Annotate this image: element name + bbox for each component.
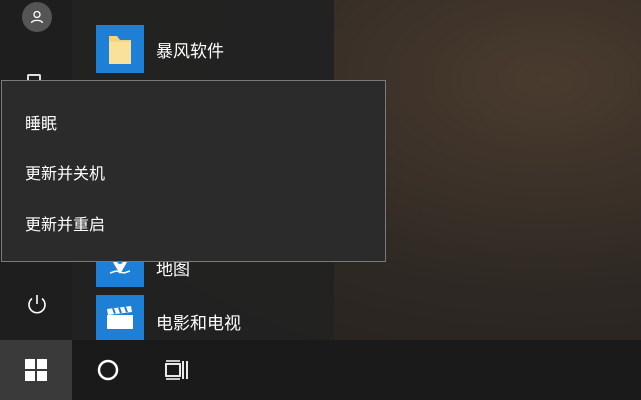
windows-logo-icon	[25, 359, 47, 381]
user-avatar-icon[interactable]	[22, 2, 52, 32]
menu-item-label: 睡眠	[25, 114, 58, 133]
app-label-baofeng[interactable]: 暴风软件	[156, 37, 224, 62]
task-view-icon	[165, 360, 188, 380]
menu-item-label: 更新并关机	[25, 164, 106, 183]
menu-item-label: 更新并重启	[25, 215, 106, 234]
power-options-menu: 睡眠 更新并关机 更新并重启	[1, 80, 386, 262]
taskbar	[0, 340, 641, 400]
menu-item-update-and-restart[interactable]: 更新并重启	[2, 199, 385, 247]
cortana-circle-icon	[97, 359, 119, 381]
menu-item-sleep[interactable]: 睡眠	[2, 98, 385, 146]
movies-tv-app-tile[interactable]	[96, 295, 144, 340]
task-view-button[interactable]	[152, 340, 204, 400]
start-button[interactable]	[0, 340, 72, 400]
movies-tv-icon	[107, 305, 133, 329]
power-icon[interactable]	[24, 291, 50, 317]
folder-app-tile[interactable]	[96, 25, 144, 73]
app-label-movies-tv[interactable]: 电影和电视	[156, 309, 241, 334]
folder-icon	[109, 36, 131, 64]
cortana-search-button[interactable]	[82, 340, 134, 400]
menu-item-update-and-shutdown[interactable]: 更新并关机	[2, 148, 385, 196]
